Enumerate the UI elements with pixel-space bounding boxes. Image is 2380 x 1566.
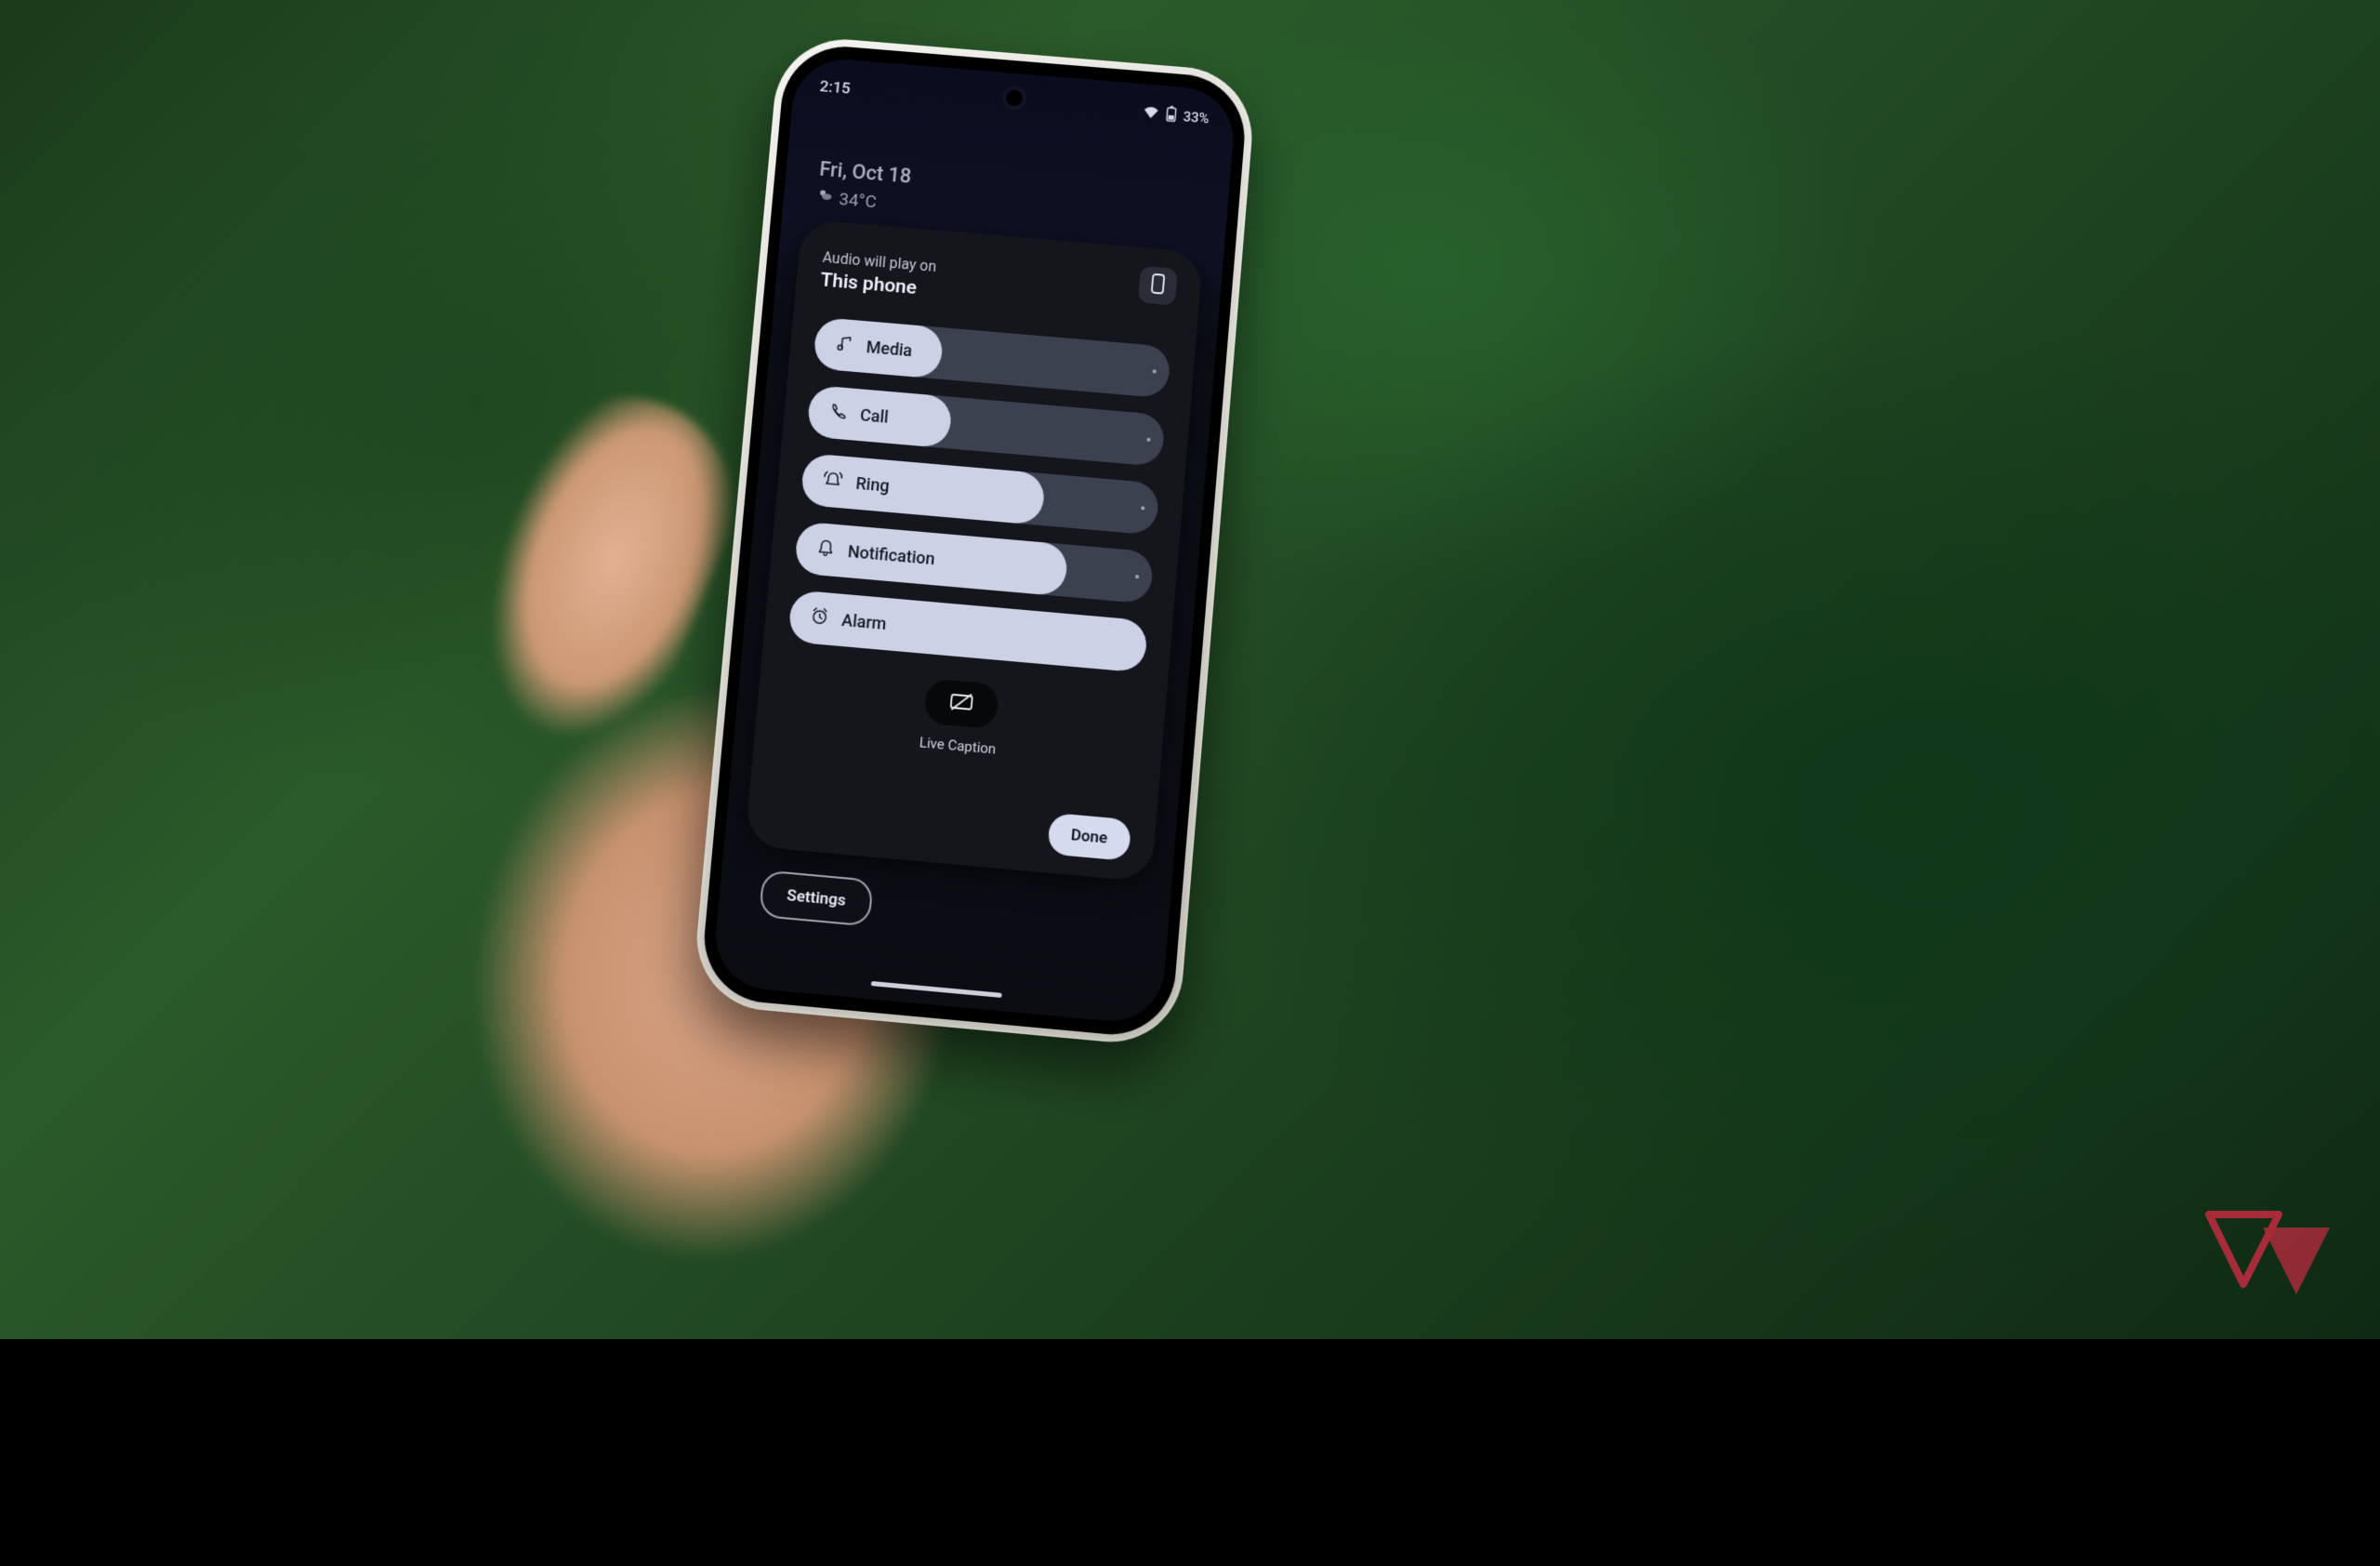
alarm-label: Alarm bbox=[840, 610, 887, 633]
phone-icon bbox=[827, 401, 848, 425]
battery-icon bbox=[1164, 105, 1179, 126]
home-temp: 34°C bbox=[838, 188, 877, 212]
gesture-bar[interactable] bbox=[871, 981, 1002, 998]
media-slider[interactable]: Media bbox=[813, 317, 1171, 399]
caption-off-icon bbox=[948, 691, 974, 717]
audio-device: This phone bbox=[819, 270, 935, 301]
screen: 2:15 33% Fri, Oct 18 bbox=[711, 56, 1237, 1026]
ring-icon bbox=[822, 469, 844, 494]
live-caption-toggle[interactable] bbox=[923, 678, 999, 729]
media-label: Media bbox=[866, 338, 913, 361]
music-note-icon bbox=[834, 333, 854, 357]
battery-text: 33% bbox=[1183, 108, 1210, 126]
call-label: Call bbox=[859, 405, 889, 427]
call-slider[interactable]: Call bbox=[806, 385, 1166, 467]
settings-button[interactable]: Settings bbox=[759, 869, 874, 926]
live-caption-label: Live Caption bbox=[919, 734, 997, 757]
bell-icon bbox=[815, 537, 836, 563]
phone: 2:15 33% Fri, Oct 18 bbox=[693, 27, 1260, 1042]
alarm-slider[interactable]: Alarm bbox=[787, 590, 1148, 673]
audio-panel: Audio will play on This phone MediaCallR… bbox=[745, 219, 1204, 882]
output-device-button[interactable] bbox=[1138, 266, 1178, 306]
wifi-icon bbox=[1142, 105, 1159, 123]
notification-label: Notification bbox=[847, 542, 935, 569]
ring-slider[interactable]: Ring bbox=[800, 453, 1160, 536]
weather-icon bbox=[816, 186, 835, 208]
home-widget: Fri, Oct 18 34°C bbox=[816, 158, 912, 215]
home-date: Fri, Oct 18 bbox=[818, 158, 912, 189]
done-button[interactable]: Done bbox=[1047, 813, 1132, 861]
watermark-logo bbox=[2190, 1205, 2348, 1307]
status-bar: 2:15 33% bbox=[818, 73, 1210, 131]
settings-label: Settings bbox=[786, 886, 846, 910]
ring-label: Ring bbox=[855, 473, 891, 496]
done-label: Done bbox=[1070, 826, 1108, 848]
alarm-icon bbox=[809, 605, 829, 630]
status-time: 2:15 bbox=[819, 77, 852, 98]
notification-slider[interactable]: Notification bbox=[794, 521, 1155, 604]
phone-device-icon bbox=[1149, 273, 1166, 299]
